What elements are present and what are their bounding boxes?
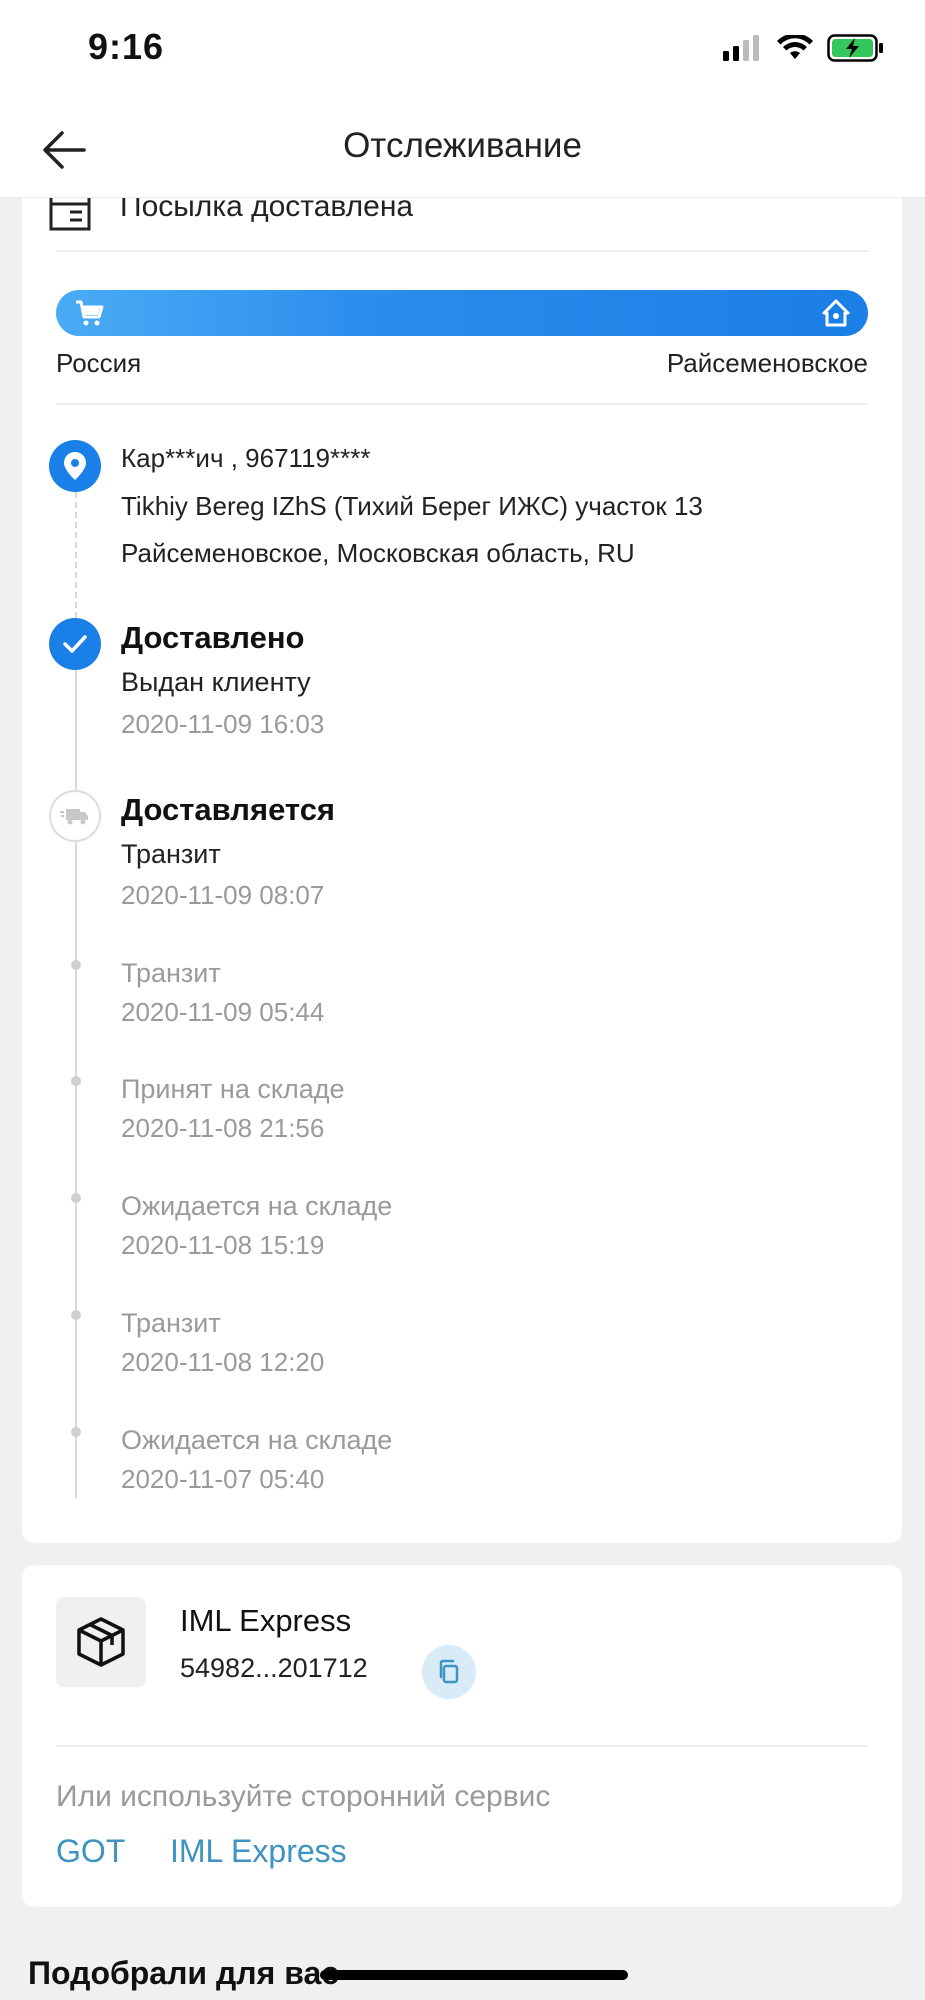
event-description: Транзит <box>121 958 221 988</box>
divider <box>56 250 868 252</box>
map-pin-icon <box>64 452 86 480</box>
delivered-marker <box>49 618 101 670</box>
status-icons <box>723 34 885 62</box>
service-link-got[interactable]: GOT <box>56 1833 125 1870</box>
event-description: Транзит <box>121 1308 221 1338</box>
event-description: Ожидается на складе <box>121 1425 393 1455</box>
event-description: Принят на складе <box>121 1074 345 1104</box>
shopping-cart-icon <box>76 300 104 326</box>
timeline-dot <box>71 1193 81 1203</box>
battery-charging-icon <box>827 34 883 62</box>
carrier-logo <box>56 1597 146 1687</box>
tracking-number: 54982...201712 <box>180 1653 368 1683</box>
route-origin: Россия <box>56 348 142 378</box>
event-time: 2020-11-08 12:20 <box>121 1347 325 1377</box>
location-marker <box>49 440 101 492</box>
address-recipient: Кар***ич , 967119**** <box>121 443 371 473</box>
timeline-dot <box>71 960 81 970</box>
event-status: Доставлено <box>121 620 305 655</box>
event-time: 2020-11-08 15:19 <box>121 1230 325 1260</box>
timeline-line <box>75 842 77 1498</box>
service-link-iml-express[interactable]: IML Express <box>170 1833 347 1870</box>
divider <box>56 1745 868 1747</box>
timeline-dot <box>71 1427 81 1437</box>
home-indicator <box>320 1970 628 1980</box>
timeline-dot <box>71 1076 81 1086</box>
tracking-card: Посылка доставлена Россия Райсеменовское… <box>22 160 902 1543</box>
home-icon <box>822 299 850 327</box>
event-status: Доставляется <box>121 792 336 827</box>
in-transit-marker <box>49 790 101 842</box>
alt-service-label: Или используйте сторонний сервис <box>56 1780 551 1813</box>
event-time: 2020-11-08 21:56 <box>121 1113 325 1143</box>
address-street: Tikhiy Bereg IZhS (Тихий Берег ИЖС) учас… <box>121 491 703 521</box>
wifi-icon <box>777 35 813 59</box>
event-time: 2020-11-07 05:40 <box>121 1464 325 1494</box>
event-description: Выдан клиенту <box>121 667 311 697</box>
parcel-status-row: Посылка доставлена <box>22 190 902 250</box>
event-time: 2020-11-09 16:03 <box>121 709 325 739</box>
status-bar: 9:16 <box>0 0 925 100</box>
timeline-line <box>75 670 77 790</box>
package-box-icon <box>77 1617 125 1667</box>
carrier-name: IML Express <box>180 1603 352 1638</box>
truck-icon <box>60 809 88 825</box>
timeline-dashed-line <box>75 492 77 618</box>
route-destination: Райсеменовское <box>666 348 868 378</box>
status-time: 9:16 <box>88 26 165 67</box>
copy-tracking-button[interactable] <box>422 1645 476 1699</box>
page-title: Отслеживание <box>343 126 582 165</box>
nav-bar: Отслеживание <box>0 100 925 197</box>
event-time: 2020-11-09 08:07 <box>121 880 325 910</box>
route-progress-bar <box>56 290 868 336</box>
carrier-card: IML Express 54982...201712 Или используй… <box>22 1565 902 1907</box>
event-time: 2020-11-09 05:44 <box>121 997 325 1027</box>
divider <box>56 403 868 405</box>
recommendations-title: Подобрали для вас <box>28 1955 340 1991</box>
event-description: Транзит <box>121 839 221 869</box>
timeline-dot <box>71 1310 81 1320</box>
address-city: Райсеменовское, Московская область, RU <box>121 538 635 568</box>
event-description: Ожидается на складе <box>121 1191 393 1221</box>
checkmark-icon <box>63 635 87 653</box>
copy-icon <box>439 1659 459 1684</box>
cellular-signal-icon <box>723 35 759 61</box>
